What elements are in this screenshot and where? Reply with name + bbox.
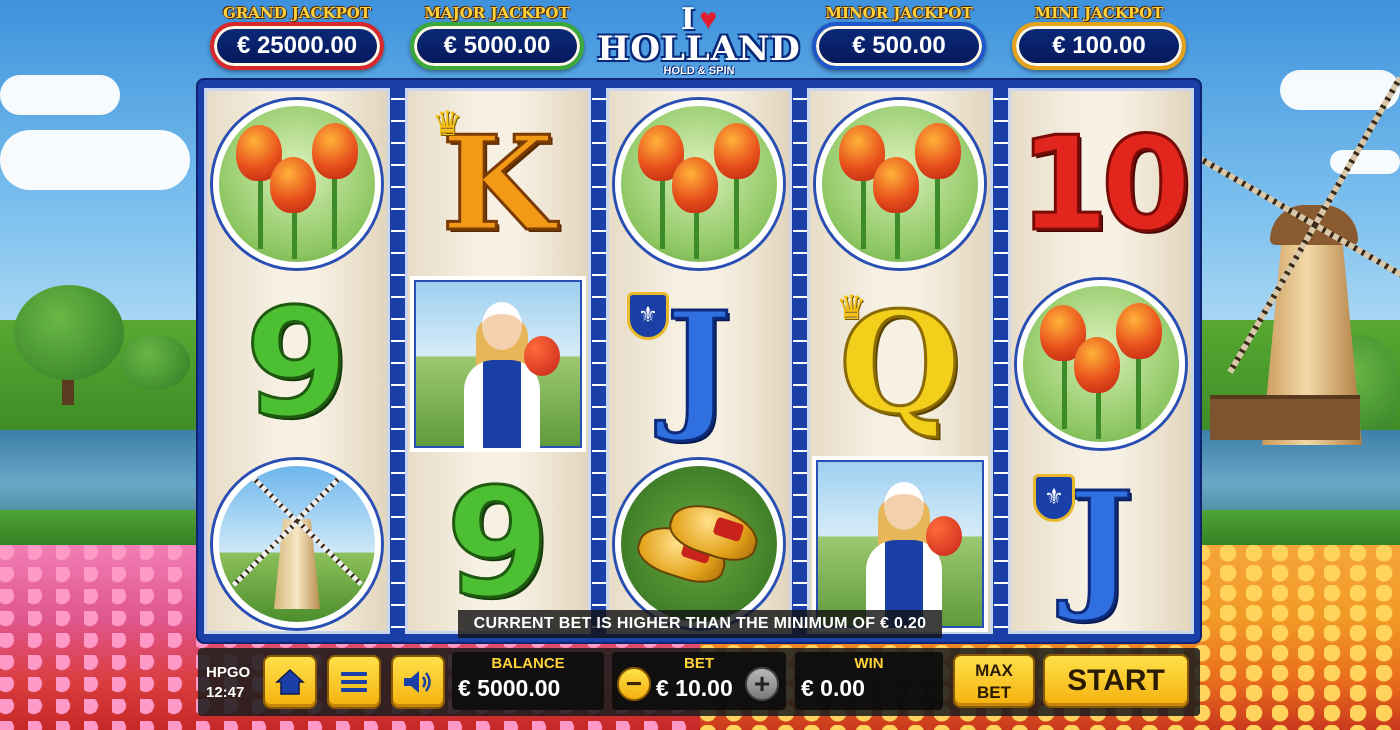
crown-icon: ♛ — [432, 105, 463, 143]
reel-4: ♛ Q — [807, 88, 993, 634]
clogs-badge — [615, 460, 783, 628]
jackpot-title: GRAND JACKPOT — [222, 4, 372, 22]
symbol-tulips — [1011, 274, 1191, 454]
mini-jackpot: MINI JACKPOT € 100.00 — [1010, 4, 1188, 70]
max-bet-line2: BET — [977, 683, 1011, 702]
tulips-icon — [825, 109, 975, 259]
bet-decrease-button[interactable]: − — [617, 667, 651, 701]
tree — [120, 335, 190, 390]
reel-1: 9 — [204, 88, 390, 634]
brand-label: HPGO — [206, 664, 251, 681]
symbol-tulips — [609, 94, 789, 274]
game-logo: I ♥ HOLLAND HOLD & SPIN — [593, 2, 805, 80]
reel-2: ♛ K 9 — [405, 88, 591, 634]
dutch-girl-tile — [410, 276, 586, 452]
tulip-bouquet-icon — [926, 516, 962, 556]
bet-notice: CURRENT BET IS HIGHER THAN THE MINIMUM O… — [458, 610, 942, 638]
jackpot-title: MINI JACKPOT — [1034, 4, 1164, 22]
nine-symbol: 9 — [444, 457, 551, 631]
jack-symbol: J — [1066, 462, 1135, 626]
symbol-king: ♛ K — [408, 94, 588, 274]
speaker-icon — [404, 671, 431, 693]
tulips-badge — [213, 100, 381, 268]
reels-frame: 9 ♛ K 9 ⚜ J ♛ Q 10 ⚜ J — [198, 80, 1200, 642]
windmill-badge — [213, 460, 381, 628]
reel-divider — [391, 88, 405, 634]
cloud — [0, 130, 190, 190]
win-label: WIN — [854, 655, 884, 672]
reel-divider — [793, 88, 807, 634]
tulips-badge — [1017, 280, 1185, 448]
symbol-queen: ♛ Q — [810, 274, 990, 454]
nine-symbol: 9 — [243, 277, 350, 451]
symbol-nine: 9 — [408, 454, 588, 634]
tulips-badge — [816, 100, 984, 268]
reel-5: 10 ⚜ J — [1008, 88, 1194, 634]
wooden-clogs-icon — [629, 494, 769, 594]
symbol-clogs — [609, 454, 789, 634]
minus-icon: − — [625, 668, 643, 699]
windmill-icon — [231, 466, 363, 609]
jackpot-value: € 5000.00 — [443, 32, 551, 59]
plus-icon: + — [753, 668, 771, 699]
fleur-de-lis-shield-icon: ⚜ — [1033, 474, 1075, 522]
jack-symbol: J — [664, 282, 733, 446]
symbol-jack: ⚜ J — [1011, 454, 1191, 634]
balance-label: BALANCE — [491, 655, 565, 672]
tulips-icon — [222, 109, 372, 259]
start-button[interactable]: START — [1043, 654, 1189, 708]
sound-button[interactable] — [391, 655, 445, 709]
jackpot-value: € 500.00 — [852, 32, 946, 59]
tulips-icon — [1026, 289, 1176, 439]
menu-button[interactable] — [327, 655, 381, 709]
menu-icon — [341, 672, 367, 692]
major-jackpot: MAJOR JACKPOT € 5000.00 — [408, 4, 586, 70]
cloud — [0, 75, 120, 115]
symbol-tulips — [810, 94, 990, 274]
home-button[interactable] — [263, 655, 317, 709]
tulips-icon — [624, 109, 774, 259]
tulip-bouquet-icon — [524, 336, 560, 376]
reel-3: ⚜ J — [606, 88, 792, 634]
win-value: € 0.00 — [801, 675, 865, 701]
reel-divider — [592, 88, 606, 634]
cloud — [1330, 150, 1400, 174]
balance-panel: BALANCE € 5000.00 — [452, 652, 604, 710]
bet-value: € 10.00 — [656, 675, 733, 701]
home-icon — [275, 668, 305, 695]
minor-jackpot: MINOR JACKPOT € 500.00 — [810, 4, 988, 70]
fleur-de-lis-shield-icon: ⚜ — [627, 292, 669, 340]
balance-value: € 5000.00 — [458, 675, 561, 701]
reel-divider — [994, 88, 1008, 634]
symbol-windmill — [207, 454, 387, 634]
bet-increase-button[interactable]: + — [745, 667, 779, 701]
tulips-badge — [615, 100, 783, 268]
symbol-jack: ⚜ J — [609, 274, 789, 454]
symbol-ten: 10 — [1011, 94, 1193, 274]
jackpot-title: MAJOR JACKPOT — [424, 4, 570, 22]
symbol-dutch-girl — [810, 454, 990, 634]
logo-title: HOLLAND — [597, 29, 801, 69]
windmill-deck — [1210, 395, 1360, 440]
max-bet-line1: MAX — [975, 661, 1013, 680]
symbol-nine: 9 — [207, 274, 387, 454]
jackpot-value: € 25000.00 — [236, 32, 358, 59]
tree — [14, 285, 124, 380]
max-bet-button[interactable]: MAX BET — [953, 654, 1035, 708]
clock: 12:47 — [206, 684, 245, 701]
symbol-tulips — [207, 94, 387, 274]
win-panel: WIN € 0.00 — [795, 652, 943, 710]
brand-clock: HPGO 12:47 — [206, 663, 250, 703]
symbol-dutch-girl — [408, 274, 588, 454]
ten-symbol: 10 — [1017, 108, 1193, 260]
jackpot-value: € 100.00 — [1052, 32, 1146, 59]
dutch-girl-tile — [812, 456, 988, 632]
crown-icon: ♛ — [836, 289, 867, 327]
jackpot-title: MINOR JACKPOT — [825, 4, 973, 22]
grand-jackpot: GRAND JACKPOT € 25000.00 — [208, 4, 386, 70]
